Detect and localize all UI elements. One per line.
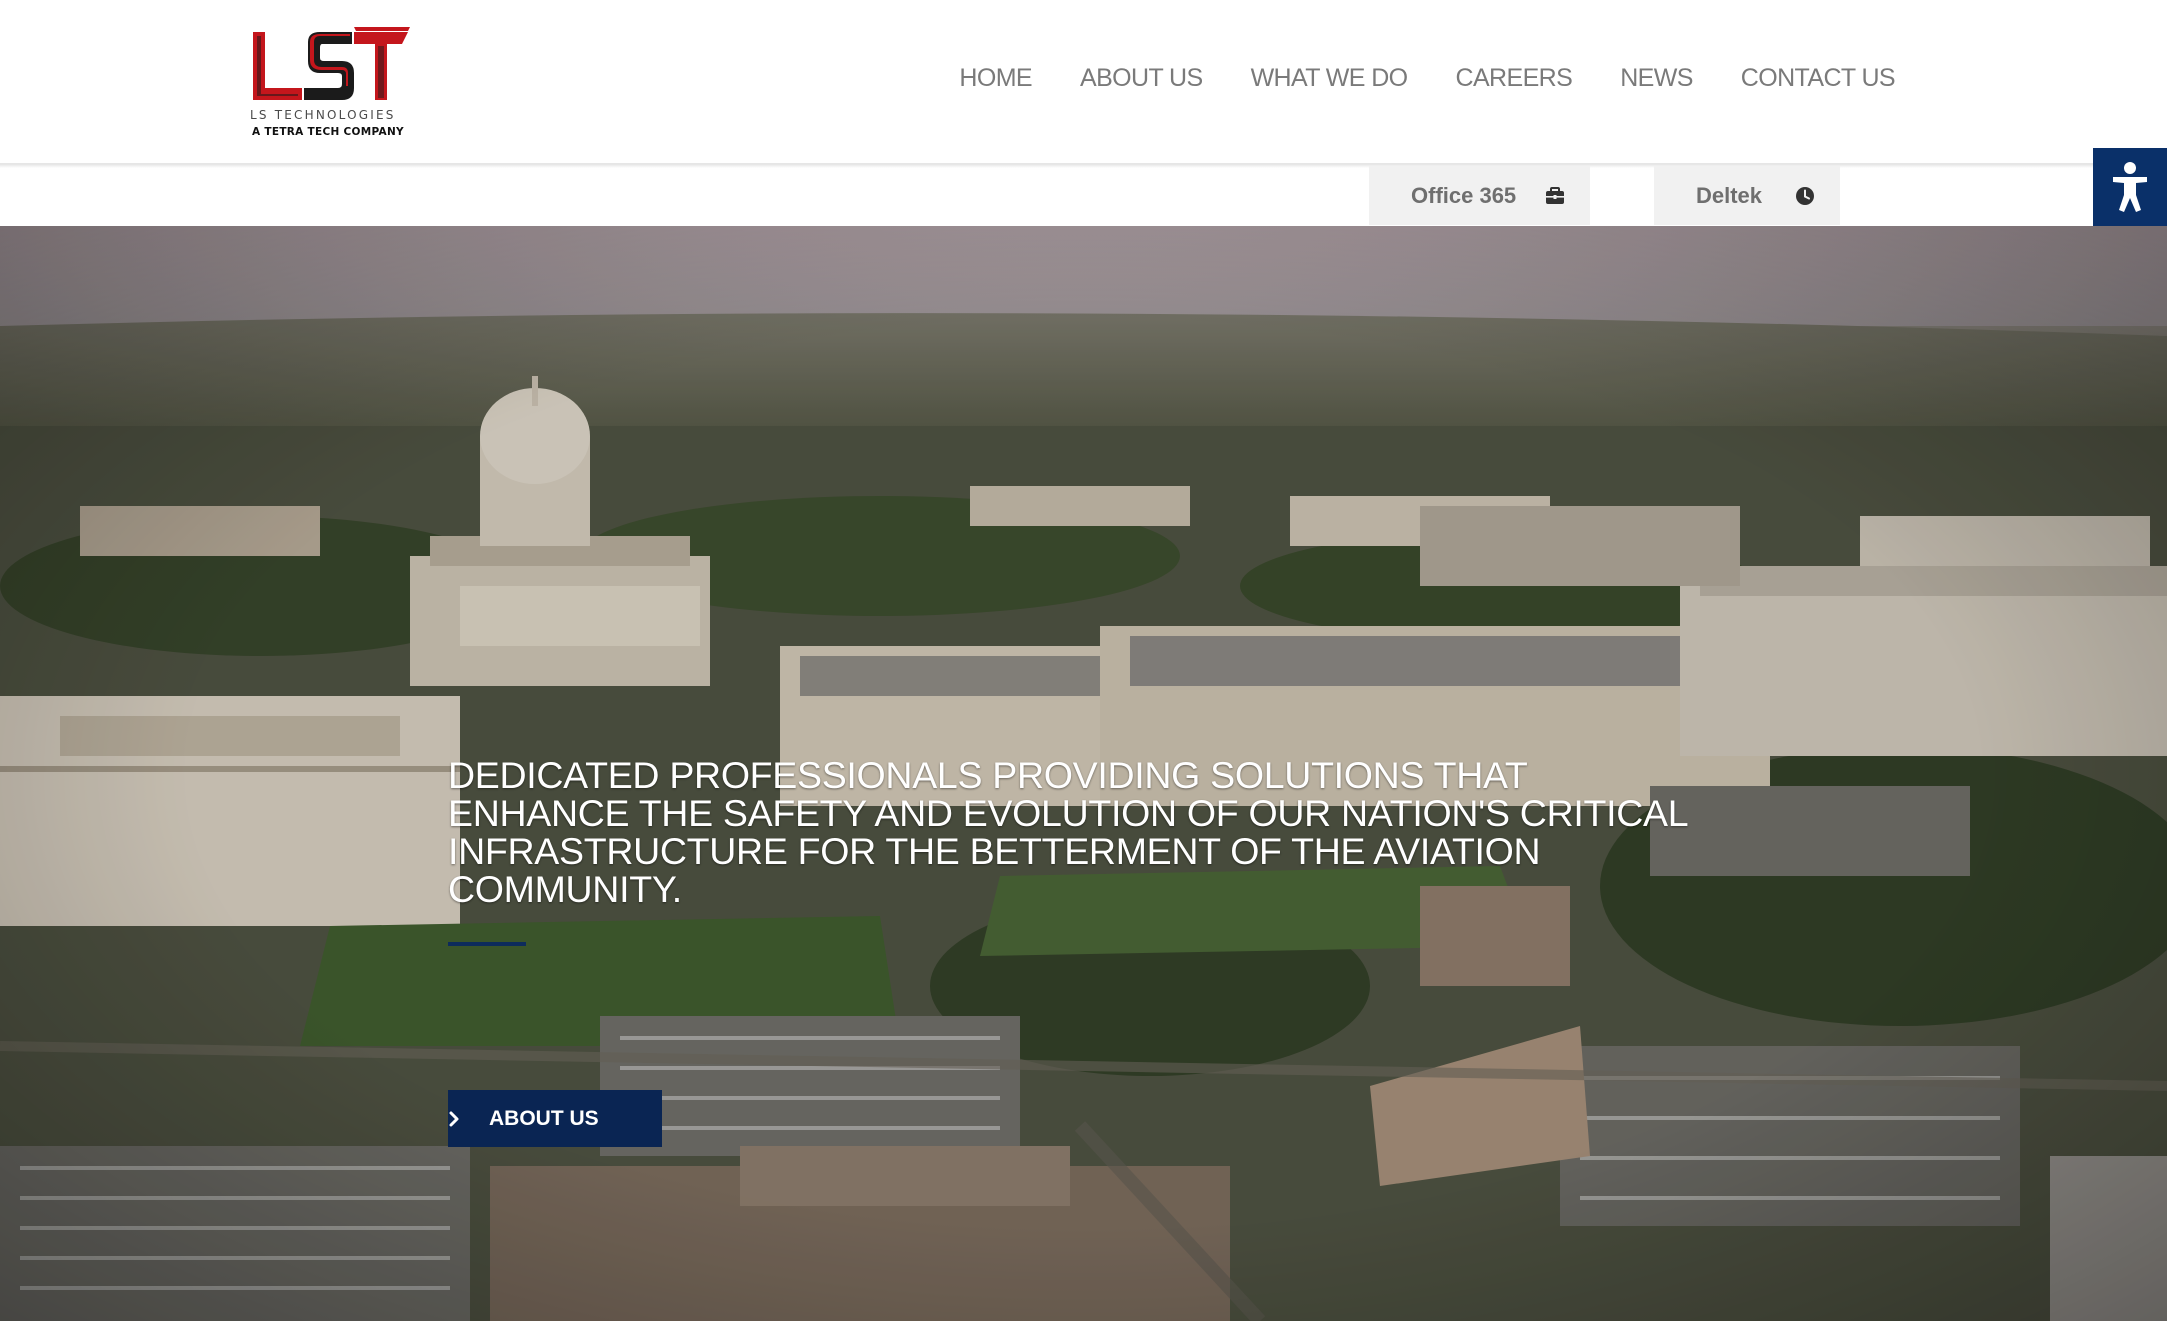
logo-subtitle: A TETRA TECH COMPANY: [252, 126, 404, 138]
nav-careers[interactable]: CAREERS: [1456, 64, 1573, 100]
nav-contact-us[interactable]: CONTACT US: [1741, 64, 1896, 100]
about-us-button[interactable]: ABOUT US: [448, 1090, 662, 1147]
accessibility-button[interactable]: [2093, 148, 2167, 226]
logo-tagline: LS TECHNOLOGIES: [250, 108, 396, 122]
about-us-button-label: ABOUT US: [489, 1106, 599, 1130]
site-header: LS TECHNOLOGIES A TETRA TECH COMPANY HOM…: [0, 0, 2167, 164]
nav-news[interactable]: NEWS: [1620, 64, 1693, 100]
chevron-right-icon: [449, 1111, 459, 1127]
nav-what-we-do[interactable]: WHAT WE DO: [1251, 64, 1409, 100]
nav-about-us[interactable]: ABOUT US: [1080, 64, 1203, 100]
accessibility-person-icon: [2113, 162, 2147, 212]
lst-logo: [253, 27, 410, 100]
office-365-label: Office 365: [1411, 182, 1517, 208]
hero-accent-bar: [448, 942, 526, 946]
clock-icon: [1796, 187, 1814, 205]
nav-home[interactable]: HOME: [959, 64, 1032, 100]
deltek-label: Deltek: [1696, 182, 1763, 208]
main-nav: HOME ABOUT US WHAT WE DO CAREERS NEWS CO…: [959, 64, 1895, 100]
hero-banner: DEDICATED PROFESSIONALS PROVIDING SOLUTI…: [0, 226, 2167, 1321]
briefcase-icon: [1546, 187, 1564, 204]
hero-headline: DEDICATED PROFESSIONALS PROVIDING SOLUTI…: [448, 754, 1687, 910]
header-shadow: [0, 164, 2167, 168]
office-365-link[interactable]: Office 365: [1369, 166, 1590, 225]
deltek-link[interactable]: Deltek: [1654, 166, 1840, 225]
